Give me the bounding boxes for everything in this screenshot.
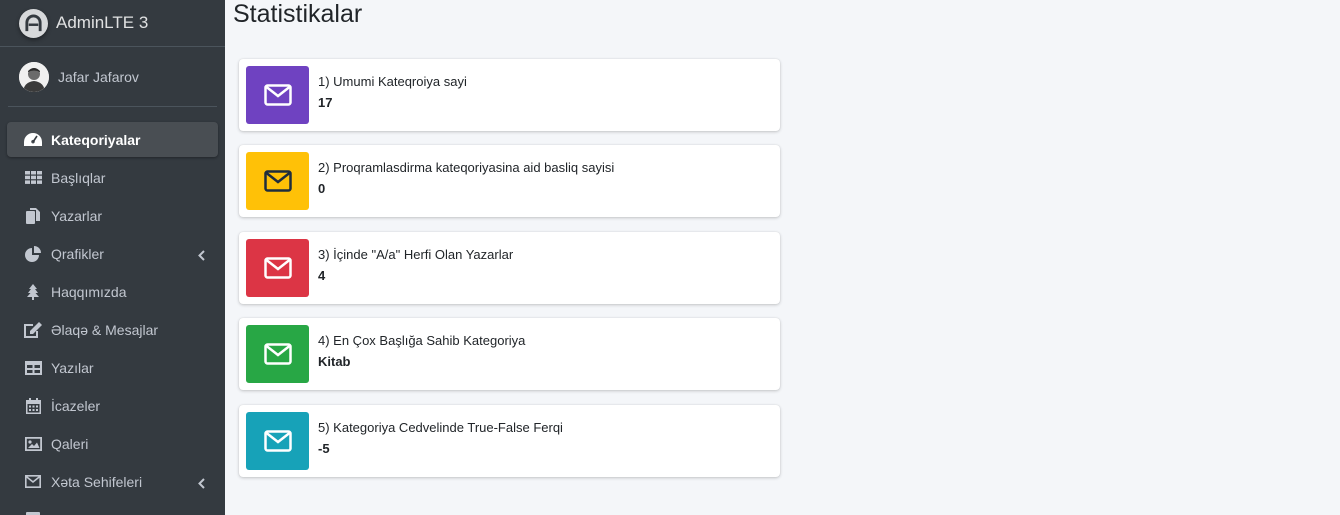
calendar-icon (24, 397, 42, 414)
sidebar-item-kateqoriyalar[interactable]: Kateqoriyalar (7, 122, 218, 157)
envelope-icon (24, 474, 42, 490)
stat-card: 2) Proqramlasdirma kateqoriyasina aid ba… (239, 145, 780, 217)
stat-value: 4 (318, 268, 326, 283)
envelope-icon (246, 412, 309, 470)
sidebar-item-label: Qaleri (51, 435, 89, 452)
copy-icon (24, 207, 42, 224)
stat-card: 5) Kategoriya Cedvelinde True-False Ferq… (239, 405, 780, 477)
sidebar-item-elaqe-mesajlar[interactable]: Əlaqə & Mesajlar (7, 312, 218, 347)
stat-label: 5) Kategoriya Cedvelinde True-False Ferq… (318, 420, 563, 435)
stat-label: 2) Proqramlasdirma kateqoriyasina aid ba… (318, 160, 615, 175)
sidebar-item-label: Qrafikler (51, 245, 104, 262)
envelope-icon (246, 66, 309, 124)
brand-link[interactable]: AdminLTE 3 (0, 0, 225, 47)
stat-label: 3) İçinde "A/a" Herfi Olan Yazarlar (318, 247, 514, 262)
adminlte-logo-icon (19, 8, 48, 38)
stat-card: 4) En Çox Başlığa Sahib Kategoriya Kitab (239, 318, 780, 390)
sidebar-item-partial[interactable] (7, 502, 218, 515)
sidebar-item-label: Kateqoriyalar (51, 131, 141, 148)
sidebar-item-yazarlar[interactable]: Yazarlar (7, 198, 218, 233)
stat-card: 3) İçinde "A/a" Herfi Olan Yazarlar 4 (239, 232, 780, 304)
sidebar-item-basliqlar[interactable]: Başlıqlar (7, 160, 218, 195)
user-name: Jafar Jafarov (58, 68, 139, 85)
file-icon (24, 511, 42, 515)
grid-icon (24, 170, 42, 186)
sidebar: AdminLTE 3 Jafar Jafarov Kateqoriyalar B… (0, 0, 225, 515)
sidebar-item-label: Əlaqə & Mesajlar (51, 321, 159, 338)
brand-text: AdminLTE 3 (56, 13, 149, 32)
tree-icon (24, 283, 42, 300)
sidebar-item-haqqimizda[interactable]: Haqqımızda (7, 274, 218, 309)
sidebar-item-xeta-sehifeleri[interactable]: Xəta Sehifeleri (7, 464, 218, 499)
user-panel[interactable]: Jafar Jafarov (8, 47, 217, 107)
stat-value: -5 (318, 441, 330, 456)
chevron-left-icon[interactable] (198, 248, 205, 264)
envelope-icon (246, 152, 309, 210)
sidebar-item-yazilar[interactable]: Yazılar (7, 350, 218, 385)
sidebar-item-label: İcazeler (51, 397, 101, 414)
page-title: Statistikalar (233, 0, 363, 28)
sidebar-item-label: Yazılar (51, 359, 94, 376)
stat-value: 17 (318, 95, 333, 110)
sidebar-item-qaleri[interactable]: Qaleri (7, 426, 218, 461)
stat-value: 0 (318, 181, 326, 196)
envelope-icon (246, 325, 309, 383)
sidebar-item-label: Haqqımızda (51, 283, 127, 300)
sidebar-item-label: Xəta Sehifeleri (51, 473, 143, 490)
sidebar-nav: Kateqoriyalar Başlıqlar Yazarlar Qrafikl… (0, 122, 225, 515)
pie-chart-icon (24, 245, 42, 262)
sidebar-item-label: Başlıqlar (51, 169, 106, 186)
stat-label: 1) Umumi Kateqroiya sayi (318, 74, 467, 89)
image-icon (24, 436, 42, 452)
envelope-icon (246, 239, 309, 297)
table-icon (24, 360, 42, 376)
stat-card: 1) Umumi Kateqroiya sayi 17 (239, 59, 780, 131)
sidebar-item-qrafikler[interactable]: Qrafikler (7, 236, 218, 271)
edit-icon (24, 321, 42, 338)
avatar (19, 61, 49, 92)
sidebar-item-icazeler[interactable]: İcazeler (7, 388, 218, 423)
sidebar-item-label: Yazarlar (51, 207, 103, 224)
stat-label: 4) En Çox Başlığa Sahib Kategoriya (318, 333, 526, 348)
chevron-left-icon[interactable] (198, 476, 205, 492)
tachometer-icon (24, 132, 42, 148)
stat-value: Kitab (318, 354, 351, 369)
